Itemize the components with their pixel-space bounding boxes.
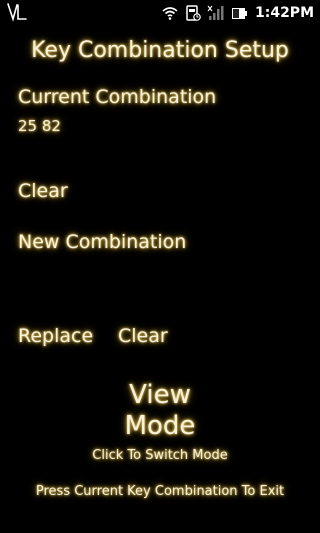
mode-line-2: Mode — [124, 411, 196, 441]
exit-instruction: Press Current Key Combination To Exit — [35, 484, 285, 499]
mode-switch-button[interactable]: View Mode — [0, 380, 320, 442]
mode-hint: Click To Switch Mode — [92, 448, 228, 463]
clock: 1:42PM — [254, 4, 314, 21]
status-icons: 1:42PM — [161, 0, 320, 25]
status-bar: 1:42PM — [0, 0, 320, 25]
clear-current-button[interactable]: Clear — [18, 180, 68, 202]
mode-line-1: View — [129, 380, 191, 410]
signal-icon — [207, 5, 224, 20]
battery-saver-icon — [186, 4, 201, 21]
replace-button[interactable]: Replace — [18, 325, 93, 347]
wifi-icon — [162, 6, 178, 20]
vl-logo-icon — [7, 3, 27, 22]
page-title: Key Combination Setup — [31, 38, 289, 63]
current-combination-value: 25 82 — [18, 117, 61, 135]
battery-icon — [231, 7, 247, 19]
current-combination-label: Current Combination — [18, 86, 217, 108]
new-combination-label: New Combination — [18, 231, 187, 253]
clear-new-button[interactable]: Clear — [118, 325, 168, 347]
